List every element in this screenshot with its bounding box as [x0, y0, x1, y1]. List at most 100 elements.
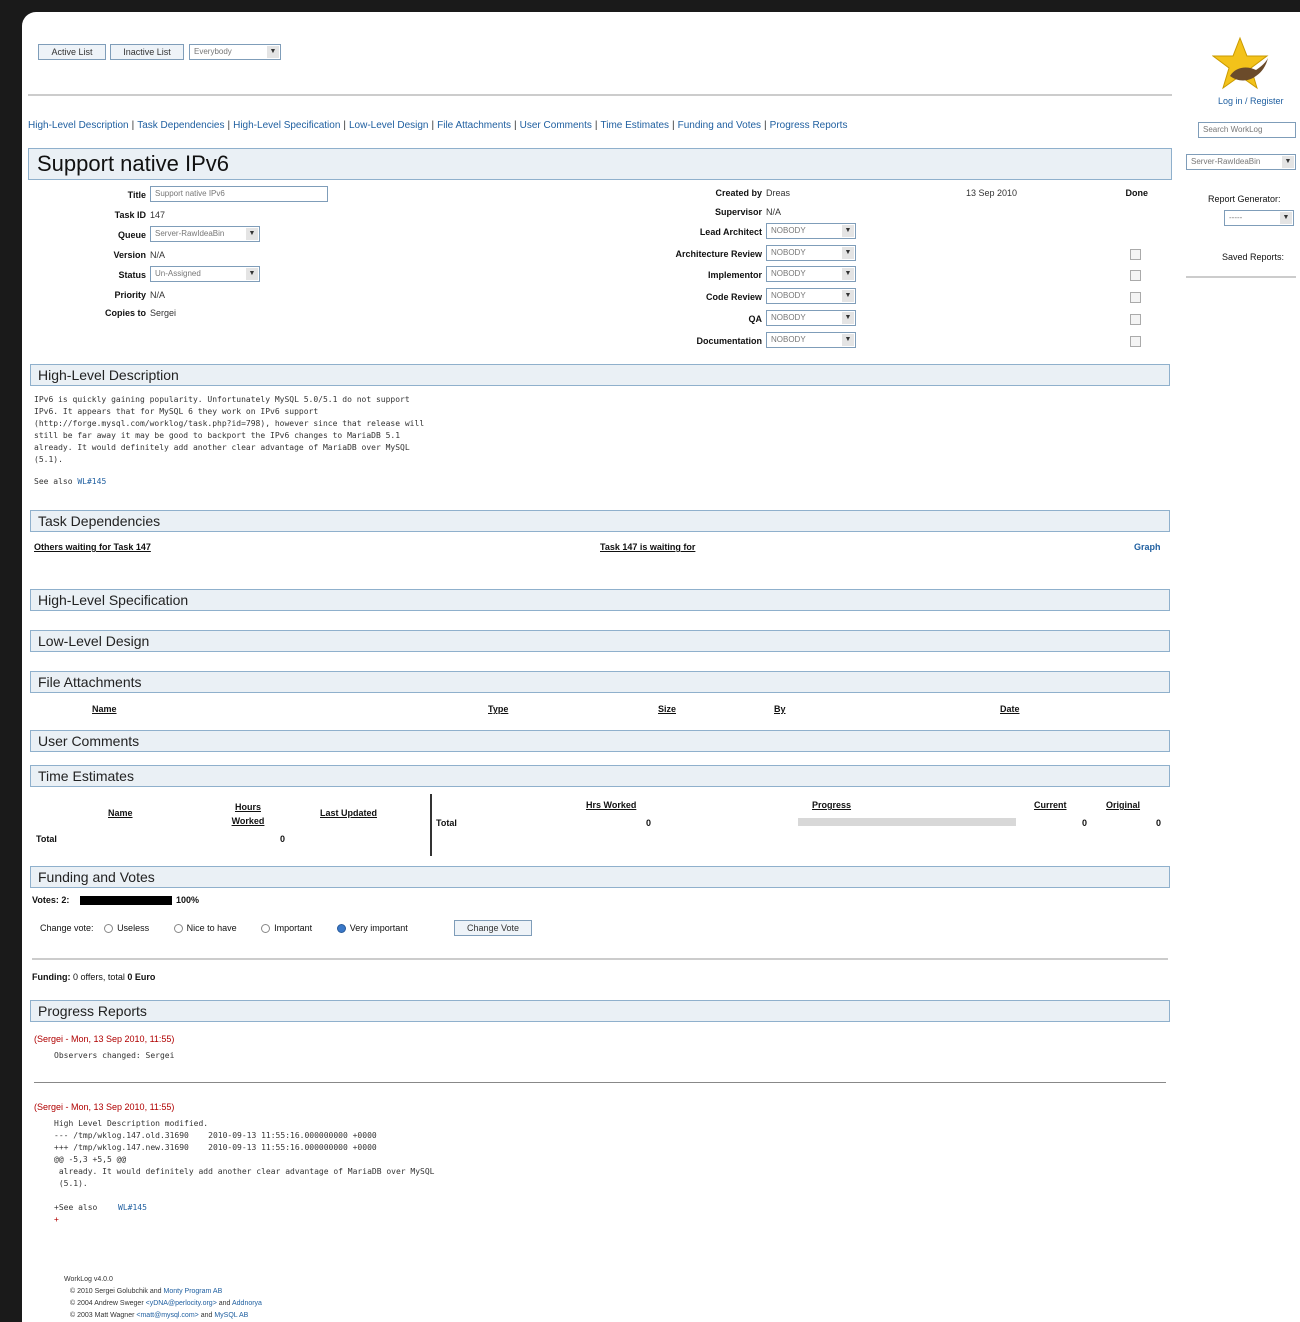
queue-nav-select[interactable]: Server-RawIdeaBin ▼	[1186, 154, 1296, 170]
role-select-implementor[interactable]: NOBODY ▼	[766, 266, 856, 282]
files-col-type: Type	[488, 704, 509, 714]
votes-bar	[80, 896, 172, 905]
footer-line-2-and: and	[218, 1300, 231, 1307]
title-label: Title	[127, 190, 146, 200]
vote-radio-nice[interactable]	[173, 924, 183, 934]
footer-line-2: © 2004 Andrew Sweger <yDNA@perlocity.org…	[64, 1298, 262, 1310]
title-input[interactable]: Support native IPv6	[150, 186, 328, 202]
section-files-header: File Attachments	[30, 671, 1170, 693]
role-select-architecture-review[interactable]: NOBODY ▼	[766, 245, 856, 261]
footer-line-3: © 2003 Matt Wagner <matt@mysql.com> and …	[64, 1310, 262, 1322]
funding-line: Funding: 0 offers, total 0 Euro	[32, 972, 155, 982]
deps-graph-link[interactable]: Graph	[1134, 542, 1161, 552]
queue-nav-select-value: Server-RawIdeaBin	[1191, 157, 1261, 166]
queue-label: Queue	[117, 230, 146, 240]
page-title: Support native IPv6	[28, 148, 1172, 180]
see-also-link[interactable]: WL#145	[77, 477, 106, 486]
filter-select[interactable]: Everybody ▼	[189, 44, 281, 60]
see-also-label: See also	[34, 477, 73, 486]
vote-radio-very-important[interactable]	[336, 924, 346, 934]
chevron-down-icon: ▼	[842, 268, 854, 280]
nav-lld[interactable]: Low-Level Design	[349, 120, 429, 131]
supervisor-value: N/A	[766, 207, 782, 217]
report-link[interactable]: WL#145	[118, 1202, 147, 1214]
inactive-list-button[interactable]: Inactive List	[110, 44, 184, 60]
chevron-down-icon: ▼	[1280, 212, 1292, 224]
nav-hld[interactable]: High-Level Description	[28, 120, 129, 131]
time-col-hours: Hours Worked	[231, 802, 265, 826]
nav-deps[interactable]: Task Dependencies	[137, 120, 224, 131]
deps-others-header: Others waiting for Task 147	[34, 542, 151, 552]
role-select-value: NOBODY	[771, 269, 806, 278]
login-link[interactable]: Log in / Register	[1218, 96, 1284, 106]
vote-radio-useless[interactable]	[104, 924, 114, 934]
report-generator-label: Report Generator:	[1208, 194, 1281, 204]
report-generator-select-value: -----	[1229, 213, 1243, 222]
vote-option-useless: Useless	[117, 923, 150, 933]
title-input-value: Support native IPv6	[155, 189, 225, 198]
footer: WorkLog v4.0.0 © 2010 Sergei Golubchik a…	[64, 1274, 262, 1322]
footer-link-matt[interactable]: <matt@mysql.com>	[136, 1312, 198, 1319]
time-original-value: 0	[1156, 818, 1162, 828]
role-select-documentation[interactable]: NOBODY ▼	[766, 332, 856, 348]
chevron-down-icon: ▼	[842, 225, 854, 237]
report-generator-select[interactable]: ----- ▼	[1224, 210, 1294, 226]
role-label-architecture-review: Architecture Review	[675, 249, 762, 259]
taskid-label: Task ID	[114, 210, 146, 220]
version-value: N/A	[150, 250, 166, 260]
files-col-by: By	[774, 704, 786, 714]
done-label: Done	[1125, 188, 1149, 198]
time-col-last-updated: Last Updated	[320, 808, 378, 818]
chevron-down-icon: ▼	[267, 46, 279, 58]
funding-total: 0 Euro	[127, 972, 156, 982]
time-col-original: Original	[1106, 800, 1141, 810]
footer-link-mysql[interactable]: MySQL AB	[214, 1312, 248, 1319]
chevron-down-icon: ▼	[1282, 156, 1294, 168]
queue-select[interactable]: Server-RawIdeaBin ▼	[150, 226, 260, 242]
role-select-qa[interactable]: NOBODY ▼	[766, 310, 856, 326]
version-label: Version	[113, 250, 146, 260]
time-total-hours: 0	[280, 834, 286, 844]
section-hls-header: High-Level Specification	[30, 589, 1170, 611]
vote-option-very-important: Very important	[349, 923, 408, 933]
vote-option-important: Important	[274, 923, 313, 933]
copies-value: Sergei	[150, 308, 177, 318]
nav-hls[interactable]: High-Level Specification	[233, 120, 340, 131]
status-select[interactable]: Un-Assigned ▼	[150, 266, 260, 282]
nav-progress[interactable]: Progress Reports	[770, 120, 848, 131]
report-divider	[34, 1082, 1166, 1083]
section-progress-header: Progress Reports	[30, 1000, 1170, 1022]
vote-radio-important[interactable]	[261, 924, 271, 934]
done-checkbox-documentation[interactable]	[1130, 336, 1141, 347]
footer-link-monty[interactable]: Monty Program AB	[164, 1288, 223, 1295]
right-divider	[1186, 276, 1296, 278]
role-select-code-review[interactable]: NOBODY ▼	[766, 288, 856, 304]
queue-select-value: Server-RawIdeaBin	[155, 229, 225, 238]
search-input[interactable]: Search WorkLog	[1198, 122, 1296, 138]
section-lld-header: Low-Level Design	[30, 630, 1170, 652]
page: Active List Inactive List Everybody ▼ Log…	[22, 12, 1300, 1322]
time-col-name: Name	[108, 808, 133, 818]
nav-files[interactable]: File Attachments	[437, 120, 511, 131]
active-list-button[interactable]: Active List	[38, 44, 106, 60]
footer-link-email[interactable]: <yDNA@perlocity.org>	[146, 1300, 217, 1307]
nav-time[interactable]: Time Estimates	[601, 120, 670, 131]
change-vote-button[interactable]: Change Vote	[454, 920, 532, 936]
chevron-down-icon: ▼	[842, 290, 854, 302]
time-col-current: Current	[1034, 800, 1067, 810]
nav-comments[interactable]: User Comments	[520, 120, 592, 131]
role-label-lead-architect: Lead Architect	[699, 227, 762, 237]
role-select-lead-architect[interactable]: NOBODY ▼	[766, 223, 856, 239]
created-value: Dreas	[766, 188, 791, 198]
footer-link-addnorya[interactable]: Addnorya	[232, 1300, 262, 1307]
role-select-value: NOBODY	[771, 313, 806, 322]
done-checkbox-implementor[interactable]	[1130, 270, 1141, 281]
done-checkbox-code-review[interactable]	[1130, 292, 1141, 303]
done-checkbox-architecture-review[interactable]	[1130, 249, 1141, 260]
hld-text: IPv6 is quickly gaining popularity. Unfo…	[34, 395, 425, 464]
funding-text: 0 offers, total	[73, 972, 125, 982]
chevron-down-icon: ▼	[246, 228, 258, 240]
done-checkbox-qa[interactable]	[1130, 314, 1141, 325]
nav-funding[interactable]: Funding and Votes	[678, 120, 761, 131]
chevron-down-icon: ▼	[842, 312, 854, 324]
